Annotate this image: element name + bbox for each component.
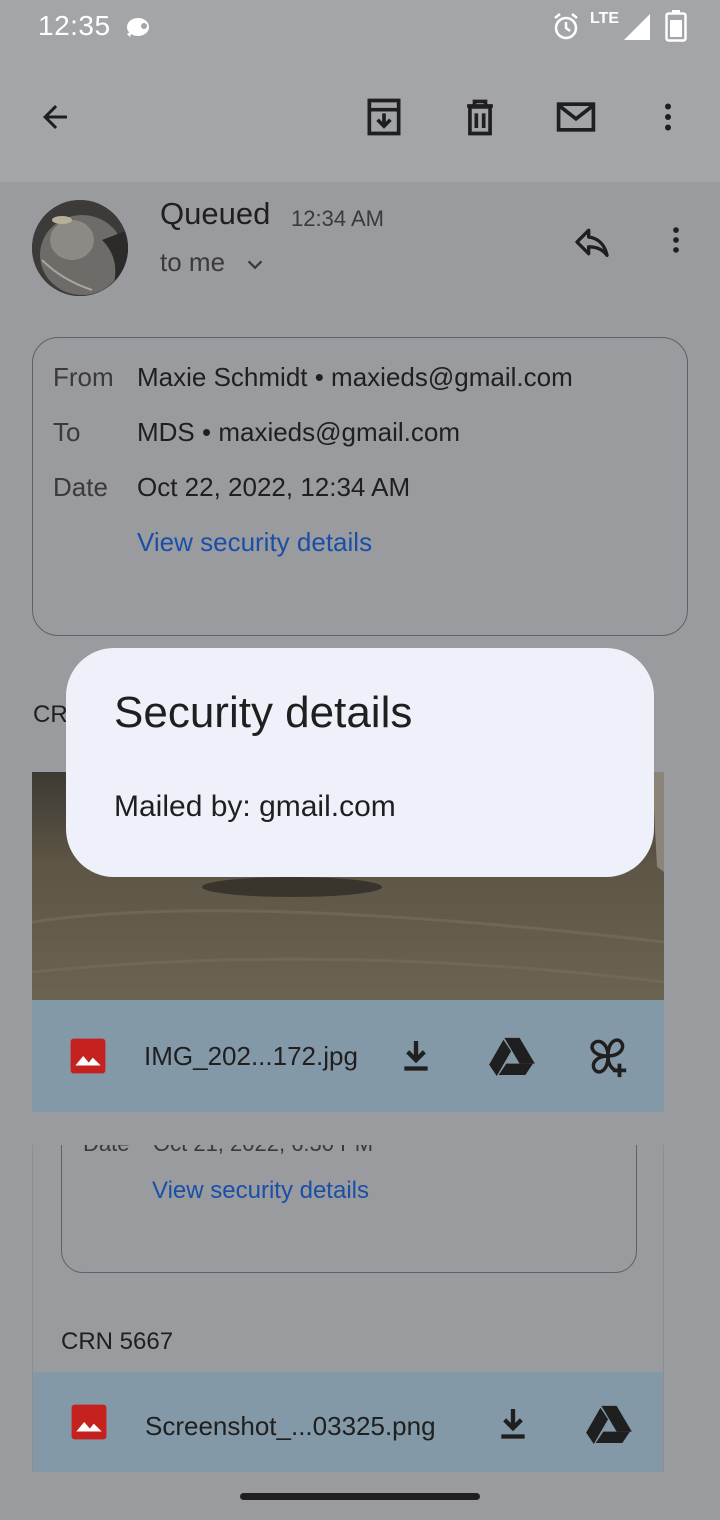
reply-icon xyxy=(575,228,609,257)
download-icon xyxy=(501,1409,525,1439)
security-details-dialog: Security details Mailed by: gmail.com xyxy=(66,648,654,877)
mail-icon xyxy=(556,102,596,132)
chevron-down-icon[interactable] xyxy=(244,254,266,276)
message-time: 12:34 AM xyxy=(291,206,384,231)
add-to-photos-icon xyxy=(590,1038,627,1078)
date-label: Date xyxy=(53,472,108,502)
archive-icon xyxy=(367,98,401,136)
from-value: Maxie Schmidt • maxieds@gmail.com xyxy=(137,362,573,392)
dialog-title: Security details xyxy=(114,688,413,737)
attachment-name[interactable]: IMG_202...172.jpg xyxy=(144,1041,358,1072)
image-icon xyxy=(71,1404,107,1440)
view-security-details-link[interactable]: View security details xyxy=(152,1177,369,1205)
back-button[interactable] xyxy=(27,89,83,145)
status-time: 12:35 xyxy=(38,10,111,41)
archive-button[interactable] xyxy=(356,89,412,145)
message-body-text: CR xyxy=(33,701,68,728)
date-label: Date xyxy=(83,1145,129,1157)
download-button[interactable] xyxy=(390,1030,442,1082)
download-icon xyxy=(404,1041,428,1071)
date-value: Oct 22, 2022, 12:34 AM xyxy=(137,472,411,502)
drive-icon xyxy=(489,1037,535,1076)
sender-name: Queued xyxy=(160,196,271,231)
save-to-drive-button[interactable] xyxy=(486,1030,538,1082)
date-value: Oct 21, 2022, 6:30 PM xyxy=(153,1145,373,1157)
message-more-button[interactable] xyxy=(654,216,698,264)
avatar[interactable] xyxy=(32,200,128,296)
view-security-details-link[interactable]: View security details xyxy=(137,527,372,558)
attachment-name[interactable]: Screenshot_...03325.png xyxy=(145,1411,436,1442)
add-to-photos-button[interactable] xyxy=(582,1030,634,1082)
notification-icon xyxy=(127,18,149,37)
image-file-icon xyxy=(67,1400,111,1444)
from-label: From xyxy=(53,362,114,392)
save-to-drive-button[interactable] xyxy=(583,1398,635,1450)
signal-icon xyxy=(624,14,650,40)
trash-icon xyxy=(467,99,493,136)
arrow-back-icon xyxy=(43,105,67,129)
message-details-card xyxy=(61,1145,637,1273)
image-file-icon xyxy=(66,1034,110,1078)
dialog-body: Mailed by: gmail.com xyxy=(114,790,396,823)
image-icon xyxy=(70,1038,106,1074)
to-label: To xyxy=(53,417,81,447)
more-options-button[interactable] xyxy=(640,89,696,145)
cat-photo xyxy=(32,200,128,296)
more-vert-icon xyxy=(673,227,679,253)
alarm-icon xyxy=(554,13,578,40)
mark-unread-button[interactable] xyxy=(548,89,604,145)
delete-button[interactable] xyxy=(452,89,508,145)
reply-button[interactable] xyxy=(566,216,618,268)
more-vert-icon xyxy=(665,103,671,131)
drive-icon xyxy=(586,1405,632,1444)
recipients-summary[interactable]: to me xyxy=(160,247,225,278)
attachment-bar: Screenshot_...03325.png xyxy=(33,1372,663,1475)
download-button[interactable] xyxy=(487,1398,539,1450)
battery-icon xyxy=(665,10,687,42)
second-message-card: Date Oct 21, 2022, 6:30 PM View security… xyxy=(32,1145,664,1475)
to-value: MDS • maxieds@gmail.com xyxy=(137,417,461,447)
home-gesture-handle[interactable] xyxy=(240,1493,480,1500)
message-body-text: CRN 5667 xyxy=(61,1328,174,1355)
network-type: LTE xyxy=(590,10,620,27)
